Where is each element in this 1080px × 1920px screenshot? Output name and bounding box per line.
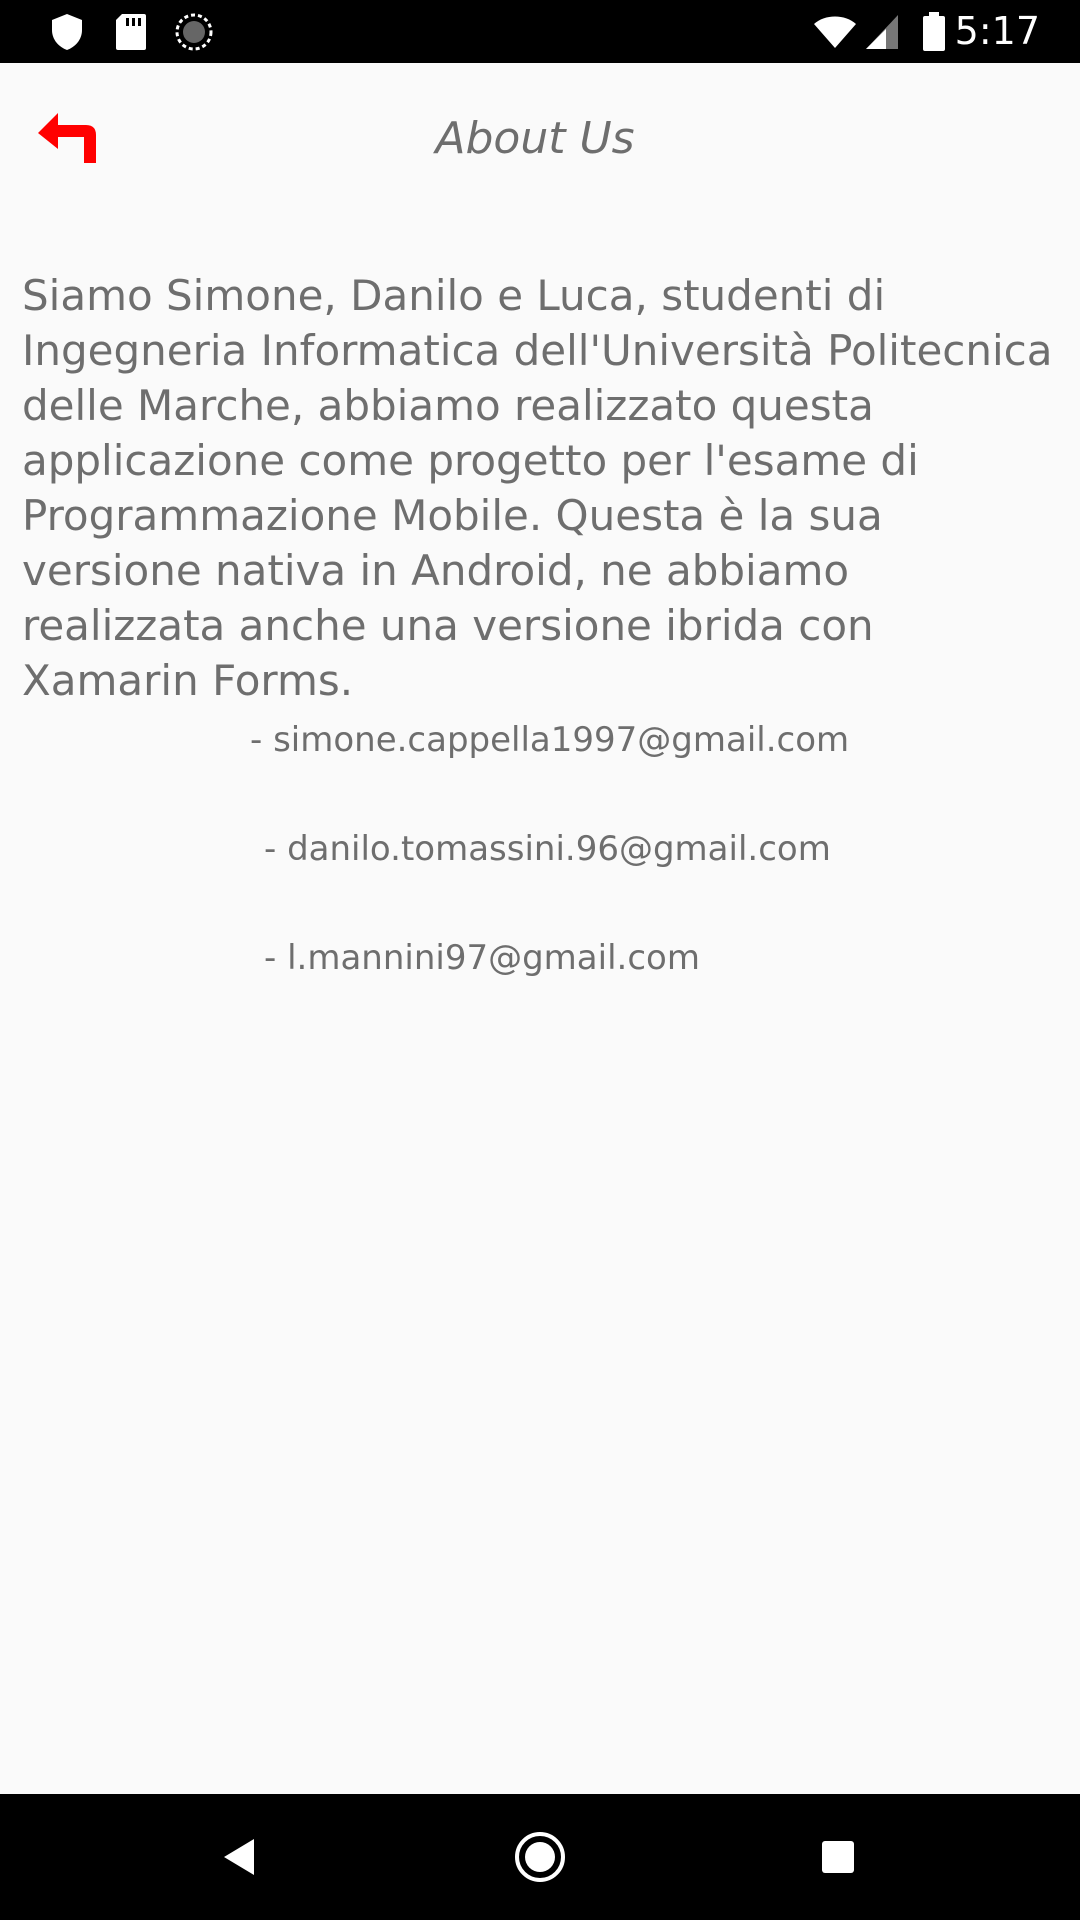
- email-simone[interactable]: - simone.cappella1997@gmail.com: [250, 720, 849, 760]
- status-bar: 5:17: [0, 0, 1080, 63]
- home-circle-icon: [515, 1832, 565, 1882]
- page-title: About Us: [435, 113, 635, 164]
- shield-icon: [50, 0, 84, 63]
- nav-back-button[interactable]: [180, 1794, 300, 1920]
- back-triangle-icon: [224, 1839, 254, 1875]
- sd-card-icon: [114, 0, 148, 63]
- navigation-bar: [0, 1794, 1080, 1920]
- about-us-screen: About Us Siamo Simone, Danilo e Luca, st…: [0, 63, 1080, 1794]
- status-time: 5:17: [954, 9, 1040, 53]
- sync-icon: [174, 0, 214, 63]
- nav-home-button[interactable]: [480, 1794, 600, 1920]
- email-danilo[interactable]: - danilo.tomassini.96@gmail.com: [264, 829, 831, 869]
- battery-icon: [922, 0, 946, 63]
- signal-icon: [864, 0, 900, 63]
- email-luca[interactable]: - l.mannini97@gmail.com: [264, 938, 700, 978]
- wifi-icon: [812, 0, 858, 63]
- about-description: Siamo Simone, Danilo e Luca, studenti di…: [22, 271, 1053, 705]
- nav-recents-button[interactable]: [778, 1794, 898, 1920]
- recents-square-icon: [822, 1841, 854, 1873]
